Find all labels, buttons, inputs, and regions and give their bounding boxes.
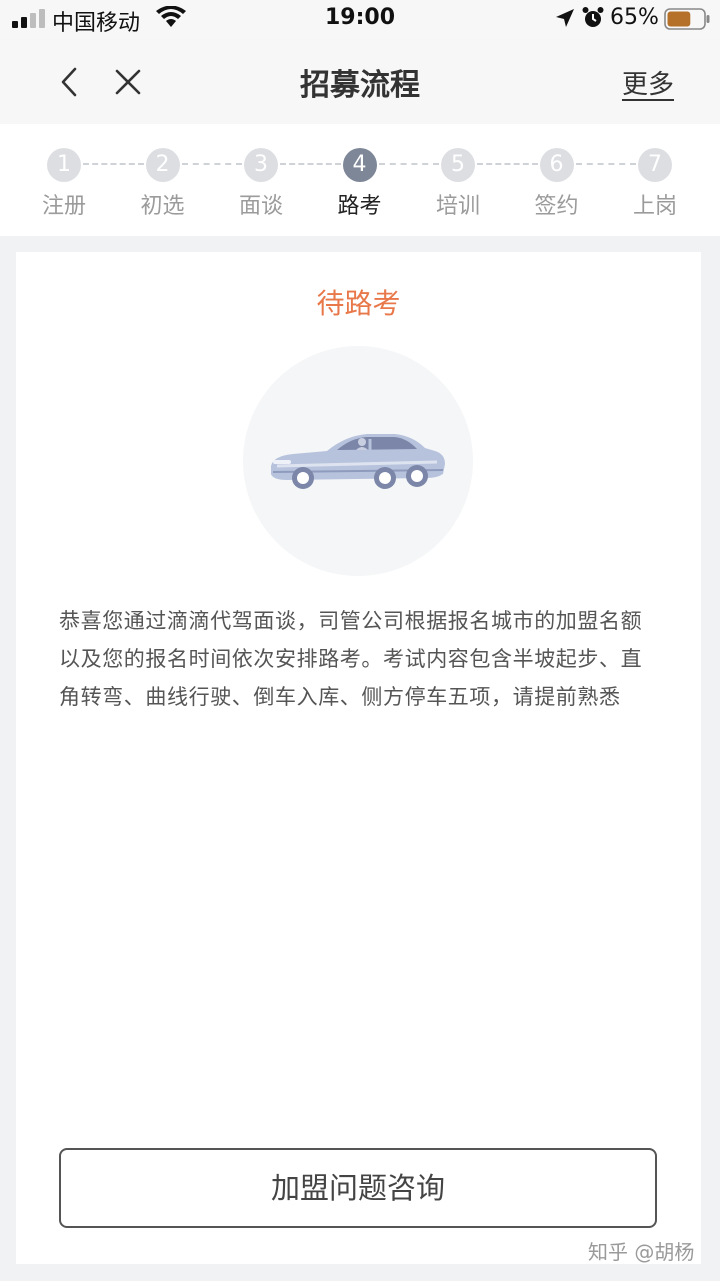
watermark: 知乎 @胡杨 bbox=[588, 1240, 695, 1264]
status-bar: 中国移动 19:00 65% bbox=[0, 0, 720, 40]
step-label: 初选 bbox=[140, 194, 185, 219]
step-label: 注册 bbox=[41, 194, 86, 219]
step-number: 4 bbox=[342, 148, 377, 182]
step-item: 6 签约 bbox=[522, 148, 592, 220]
recruitment-steps: 1 注册 2 初选 3 面谈 4 路考 5 培训 6 签约 7 上岗 bbox=[0, 124, 720, 236]
step-label: 签约 bbox=[534, 194, 579, 219]
battery-percent: 65% bbox=[610, 5, 659, 30]
step-item: 1 注册 bbox=[29, 148, 99, 220]
step-label: 路考 bbox=[337, 194, 382, 219]
step-item: 7 上岗 bbox=[620, 148, 690, 220]
step-number: 5 bbox=[441, 148, 475, 182]
step-label: 面谈 bbox=[238, 194, 283, 219]
car-icon bbox=[271, 434, 445, 489]
step-label: 上岗 bbox=[632, 194, 677, 219]
nav-bar: 招募流程 更多 bbox=[0, 40, 720, 124]
step-item: 4 路考 bbox=[325, 148, 395, 220]
location-arrow-icon bbox=[556, 9, 574, 27]
step-number: 1 bbox=[47, 148, 81, 182]
alarm-icon bbox=[582, 7, 604, 27]
battery-icon bbox=[664, 8, 710, 30]
step-item: 2 初选 bbox=[128, 148, 198, 220]
more-button[interactable]: 更多 bbox=[622, 64, 674, 101]
step-item: 3 面谈 bbox=[226, 148, 296, 220]
step-number: 2 bbox=[145, 148, 180, 182]
description-text: 恭喜您通过滴滴代驾面谈，司管公司根据报名城市的加盟名额以及您的报名时间依次安排路… bbox=[59, 609, 643, 709]
step-number: 6 bbox=[539, 148, 574, 182]
status-title: 待路考 bbox=[316, 287, 401, 320]
page-title: 招募流程 bbox=[300, 68, 420, 103]
illustration-circle bbox=[243, 346, 473, 576]
step-item: 5 培训 bbox=[423, 148, 493, 220]
step-number: 7 bbox=[638, 148, 672, 182]
status-card: 待路考 恭喜您通过滴滴代驾面谈，司管公司根据报名城市的加盟名额以及您的报名时间依… bbox=[16, 252, 701, 1264]
step-label: 培训 bbox=[435, 194, 480, 219]
consult-button[interactable]: 加盟问题咨询 bbox=[59, 1148, 657, 1228]
step-number: 3 bbox=[244, 148, 278, 182]
